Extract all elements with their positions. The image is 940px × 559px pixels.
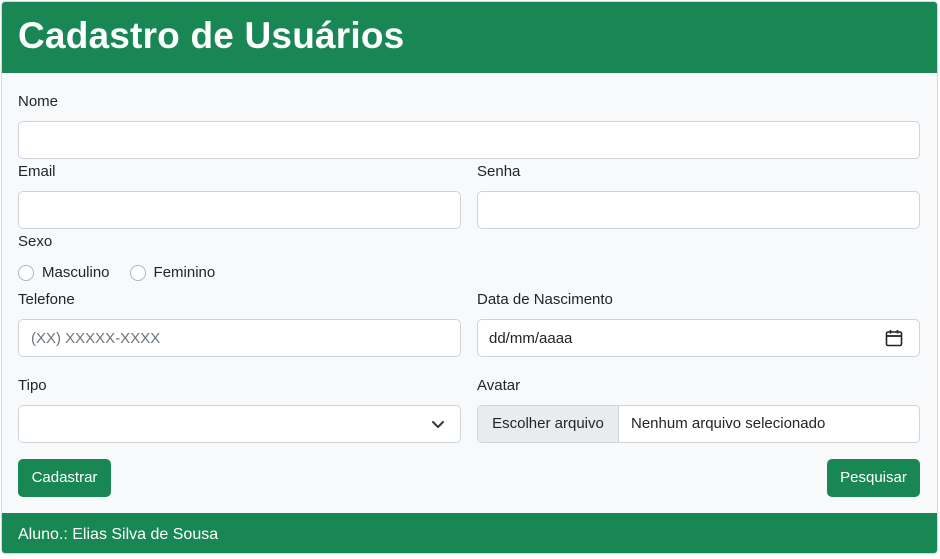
radio-masculino-label[interactable]: Masculino	[42, 263, 110, 283]
nascimento-label: Data de Nascimento	[477, 291, 613, 308]
nome-input[interactable]	[18, 121, 920, 159]
avatar-file-input[interactable]: Escolher arquivo Nenhum arquivo selecion…	[477, 405, 920, 443]
tipo-label: Tipo	[18, 377, 47, 394]
page-title: Cadastro de Usuários	[18, 15, 405, 56]
sexo-label: Sexo	[18, 233, 53, 250]
nome-label: Nome	[18, 93, 59, 110]
calendar-icon[interactable]	[885, 329, 903, 347]
choose-file-button[interactable]: Escolher arquivo	[478, 406, 619, 442]
registration-card: Cadastro de Usuários Nome Email Senha Se…	[1, 1, 938, 554]
telefone-label: Telefone	[18, 291, 75, 308]
student-name: Aluno.: Elias Silva de Sousa	[18, 526, 219, 543]
senha-label: Senha	[477, 163, 521, 180]
card-footer: Aluno.: Elias Silva de Sousa	[2, 513, 937, 553]
card-header: Cadastro de Usuários	[2, 2, 937, 73]
date-placeholder-text: dd/mm/aaaa	[489, 330, 573, 347]
senha-input[interactable]	[477, 191, 920, 229]
radio-feminino[interactable]	[129, 265, 146, 281]
pesquisar-button[interactable]: Pesquisar	[827, 459, 920, 497]
nascimento-date-input[interactable]: dd/mm/aaaa	[477, 319, 920, 357]
avatar-label: Avatar	[477, 377, 521, 394]
telefone-input[interactable]	[18, 319, 461, 357]
radio-masculino[interactable]	[18, 265, 34, 281]
radio-feminino-label[interactable]: Feminino	[154, 263, 216, 283]
file-status-text: Nenhum arquivo selecionado	[631, 415, 826, 432]
email-input[interactable]	[18, 191, 461, 229]
email-label: Email	[18, 163, 56, 180]
tipo-select[interactable]	[18, 405, 461, 443]
cadastrar-button[interactable]: Cadastrar	[18, 459, 111, 497]
sexo-radio-group: Masculino Feminino	[18, 263, 235, 283]
chevron-down-icon	[432, 421, 444, 428]
